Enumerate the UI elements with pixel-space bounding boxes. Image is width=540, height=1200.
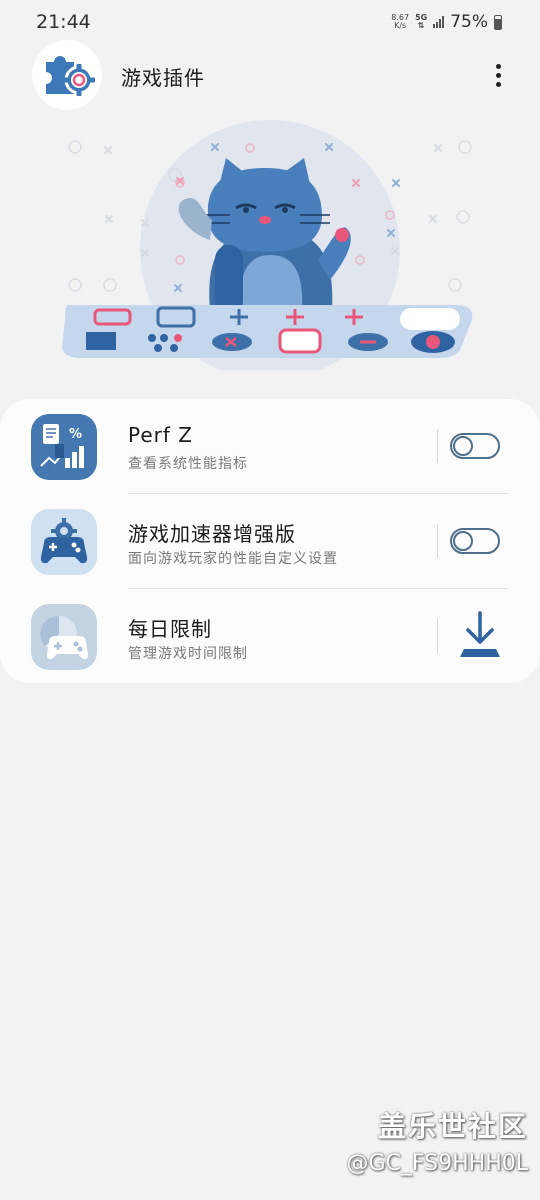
plugin-list-card: % Perf Z 查看系统性能指标 游戏加速器增强版 面向游戏玩家的性能自定义设… <box>0 399 540 683</box>
hero-illustration <box>50 120 490 380</box>
page-title: 游戏插件 <box>121 66 205 90</box>
divider <box>437 619 438 653</box>
watermark-user: @GC_FS9HHH0L <box>346 1151 528 1176</box>
app-header: 游戏插件 <box>0 40 540 110</box>
item-subtitle: 查看系统性能指标 <box>128 456 248 472</box>
network-speed: 8.67 K/s <box>391 14 409 30</box>
divider <box>437 429 438 463</box>
list-item-game-booster-plus[interactable]: 游戏加速器增强版 面向游戏玩家的性能自定义设置 <box>0 494 540 588</box>
toggle-knob <box>453 436 473 456</box>
watermark: 盖乐世社区 @GC_FS9HHH0L <box>346 1105 528 1176</box>
puzzle-gear-icon <box>32 40 102 110</box>
network-type: 5G ⇅ <box>415 14 427 30</box>
game-booster-plus-toggle[interactable] <box>450 528 500 554</box>
list-item-perf-z[interactable]: % Perf Z 查看系统性能指标 <box>0 399 540 493</box>
item-title: 游戏加速器增强版 <box>128 522 296 546</box>
more-options-button[interactable] <box>486 58 510 92</box>
download-icon <box>460 611 500 657</box>
more-vertical-icon <box>495 63 501 69</box>
item-title: Perf Z <box>128 423 193 447</box>
status-time: 21:44 <box>36 11 91 33</box>
toggle-knob <box>453 531 473 551</box>
gamepad-timer-icon <box>31 604 97 670</box>
item-title: 每日限制 <box>128 617 212 641</box>
status-bar: 21:44 8.67 K/s 5G ⇅ 75% <box>0 0 540 44</box>
item-subtitle: 管理游戏时间限制 <box>128 646 248 662</box>
perf-z-toggle[interactable] <box>450 433 500 459</box>
item-subtitle: 面向游戏玩家的性能自定义设置 <box>128 551 338 567</box>
network-speed-unit: K/s <box>394 21 407 30</box>
divider <box>437 524 438 558</box>
list-item-daily-limit[interactable]: 每日限制 管理游戏时间限制 <box>0 589 540 683</box>
status-indicators: 8.67 K/s 5G ⇅ 75% <box>391 11 502 33</box>
watermark-brand: 盖乐世社区 <box>377 1110 528 1143</box>
gamepad-gear-icon <box>31 509 97 575</box>
data-arrows-icon: ⇅ <box>417 21 425 30</box>
svg-text:%: % <box>69 427 82 442</box>
battery-icon <box>494 14 502 30</box>
perf-chart-icon: % <box>31 414 97 480</box>
battery-percent: 75% <box>450 12 488 32</box>
download-button[interactable] <box>456 609 504 659</box>
signal-icon <box>433 16 445 28</box>
